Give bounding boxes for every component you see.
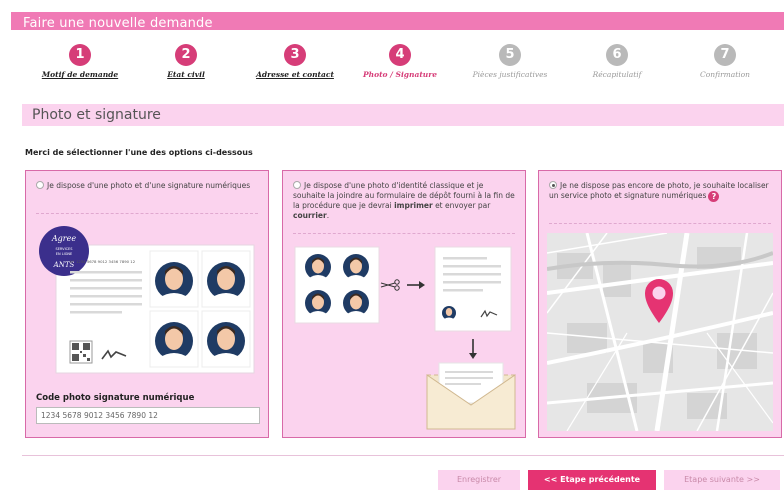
step-label: Etat civil	[167, 70, 205, 79]
step-label: Confirmation	[699, 70, 750, 79]
previous-step-button[interactable]: << Etape précédente	[528, 470, 656, 490]
step-4: 4 Photo / Signature	[350, 44, 450, 79]
option-text: .	[326, 211, 330, 220]
divider	[293, 233, 515, 234]
divider	[36, 213, 258, 214]
code-label: Code photo signature numérique	[36, 393, 195, 403]
step-label: Photo / Signature	[363, 70, 437, 79]
portrait-icon	[207, 262, 245, 300]
step-label: Récapitulatif	[592, 70, 642, 79]
digital-photo-illustration: Agree SERVICES EN LIGNE ANTS N° 1234 567…	[39, 226, 255, 374]
instruction-text: Merci de sélectionner l'une des options …	[25, 148, 253, 157]
option-text: et envoyer par	[432, 201, 491, 210]
radio-no-photo[interactable]	[549, 181, 557, 189]
portrait-icon	[343, 290, 369, 316]
option-header: Je ne dispose pas encore de photo, je so…	[549, 181, 771, 202]
arrow-right-icon	[407, 281, 425, 289]
arrow-down-icon	[469, 339, 477, 359]
option-header: Je dispose d'une photo et d'une signatur…	[36, 181, 258, 191]
badge-text: EN LIGNE	[56, 252, 72, 256]
footer-divider	[22, 455, 784, 456]
option-classic-photo[interactable]: Je dispose d'une photo d'identité classi…	[282, 170, 526, 438]
page-title: Faire une nouvelle demande	[23, 16, 213, 31]
step-7: 7 Confirmation	[675, 44, 775, 79]
step-6: 6 Récapitulatif	[567, 44, 667, 79]
title-bar: Faire une nouvelle demande	[11, 12, 784, 31]
stepper: 1 Motif de demande 2 Etat civil 3 Adress…	[0, 44, 784, 84]
step-number: 4	[389, 44, 411, 66]
badge-text: SERVICES	[56, 247, 74, 251]
portrait-icon	[305, 254, 331, 280]
option-digital-photo[interactable]: Je dispose d'une photo et d'une signatur…	[25, 170, 269, 438]
step-3[interactable]: 3 Adresse et contact	[245, 44, 345, 79]
step-number: 2	[175, 44, 197, 66]
step-label: Pièces justificatives	[472, 70, 548, 79]
board-code: N° 1234 5678 9012 3456 7890 12	[70, 259, 136, 264]
help-icon[interactable]: ?	[708, 191, 720, 202]
step-label: Adresse et contact	[256, 70, 334, 79]
step-number: 1	[69, 44, 91, 66]
digital-code-input[interactable]	[36, 407, 260, 424]
option-no-photo[interactable]: Je ne dispose pas encore de photo, je so…	[538, 170, 782, 438]
option-header: Je dispose d'une photo d'identité classi…	[293, 181, 515, 221]
step-number: 7	[714, 44, 736, 66]
qr-code-icon	[69, 340, 93, 364]
portrait-icon	[442, 306, 456, 320]
step-number: 3	[284, 44, 306, 66]
section-header: Photo et signature	[22, 104, 784, 126]
save-button[interactable]: Enregistrer	[438, 470, 520, 490]
classic-photo-illustration	[294, 246, 516, 430]
portrait-icon	[155, 322, 193, 360]
option-text-bold: courrier	[293, 211, 327, 220]
step-number: 6	[606, 44, 628, 66]
step-5: 5 Pièces justificatives	[460, 44, 560, 79]
step-label: Motif de demande	[41, 70, 119, 79]
step-1[interactable]: 1 Motif de demande	[30, 44, 130, 79]
photo-sheet	[294, 246, 380, 324]
divider	[549, 223, 771, 224]
portrait-icon	[343, 254, 369, 280]
badge-text: Agree	[51, 234, 76, 243]
scissors-icon	[380, 279, 400, 291]
section-title: Photo et signature	[32, 107, 161, 123]
portrait-icon	[207, 322, 245, 360]
option-label: Je dispose d'une photo et d'une signatur…	[47, 181, 251, 190]
envelope-icon	[426, 362, 516, 430]
step-2[interactable]: 2 Etat civil	[136, 44, 236, 79]
next-step-button[interactable]: Etape suivante >>	[664, 470, 780, 490]
step-number: 5	[499, 44, 521, 66]
radio-classic-photo[interactable]	[293, 181, 301, 189]
map-view[interactable]	[547, 233, 773, 431]
portrait-icon	[305, 290, 331, 316]
portrait-icon	[155, 262, 193, 300]
option-text-bold: imprimer	[394, 201, 433, 210]
option-label: Je ne dispose pas encore de photo, je so…	[549, 181, 769, 200]
radio-digital-photo[interactable]	[36, 181, 44, 189]
